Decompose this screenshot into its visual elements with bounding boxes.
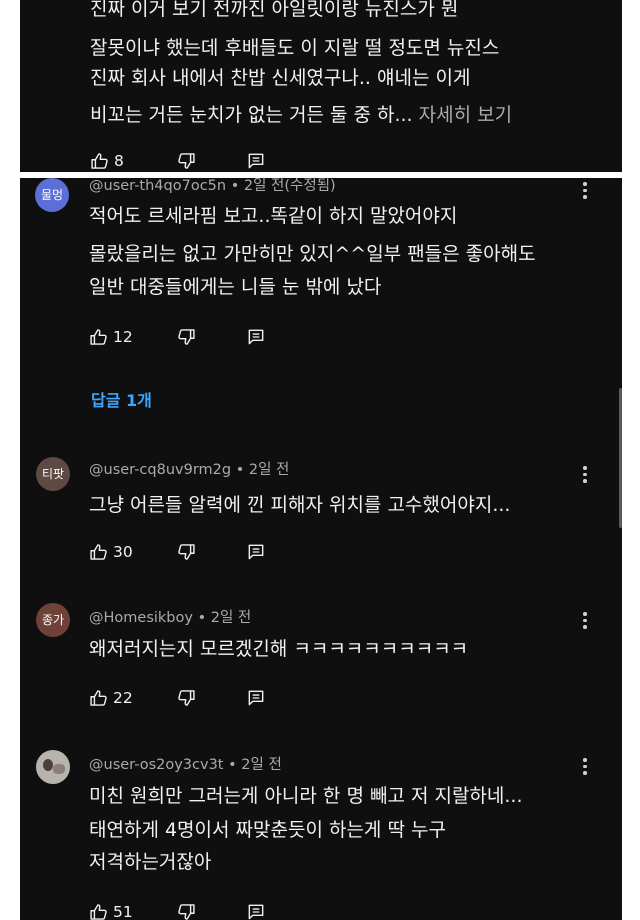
comment-top-partial: 진짜 이거 보기 전까진 아일릿이랑 뉴진스가 뭔 잘못이냐 했는데 후배들도 …: [20, 0, 622, 172]
thumbs-down-icon: [176, 542, 196, 562]
comment-text-line: 진짜 이거 보기 전까진 아일릿이랑 뉴진스가 뭔: [90, 0, 459, 20]
reply-button[interactable]: [246, 542, 266, 562]
comment-text-line: 비꼬는 거든 눈치가 없는 거든 둘 중 하... 자세히 보기: [90, 103, 512, 127]
reply-icon: [246, 327, 266, 347]
thumbs-down-icon: [176, 327, 196, 347]
comment-actions: 51: [89, 902, 289, 920]
comment-meta: @Homesikboy • 2일 전: [89, 610, 252, 626]
reply-icon: [246, 542, 266, 562]
more-vert-icon[interactable]: [581, 758, 589, 778]
thumbs-up-icon: [90, 151, 110, 171]
thumbs-down-icon: [176, 151, 196, 171]
avatar-figure: [43, 759, 53, 771]
reply-icon: [246, 902, 266, 920]
like-count: 30: [113, 543, 133, 561]
dislike-button[interactable]: [176, 688, 196, 708]
comment-text-line: 왜저러지는지 모르겠긴해 ㅋㅋㅋㅋㅋㅋㅋㅋㅋㅋ: [89, 638, 469, 660]
more-vert-icon[interactable]: [581, 612, 589, 632]
comment-text-line: 잘못이냐 했는데 후배들도 이 지랄 떨 정도면 뉴진스: [90, 37, 500, 59]
comment-text-line: 그냥 어른들 알력에 낀 피해자 위치를 고수했어야지...: [89, 494, 511, 516]
comment-meta: @user-cq8uv9rm2g • 2일 전: [89, 462, 290, 478]
comment-text-line: 저격하는거잖아: [89, 851, 212, 873]
dislike-button[interactable]: [176, 327, 196, 347]
thumbs-down-icon: [176, 688, 196, 708]
comment-text-line: 적어도 르세라핌 보고..똑같이 하지 말았어야지: [89, 205, 458, 227]
like-count: 22: [113, 689, 133, 707]
thumbs-up-icon: [89, 542, 109, 562]
comment-meta: @user-th4qo7oc5n • 2일 전(수정됨): [89, 178, 336, 194]
thumbs-up-icon: [89, 327, 109, 347]
reply-button[interactable]: [246, 151, 266, 171]
dislike-button[interactable]: [176, 542, 196, 562]
thumbs-up-icon: [89, 688, 109, 708]
like-button[interactable]: 12: [89, 327, 133, 347]
comment-text-line: 미친 원희만 그러는게 아니라 한 명 빼고 저 지랄하네...: [89, 785, 523, 807]
reply-icon: [246, 151, 266, 171]
like-button[interactable]: 51: [89, 902, 133, 920]
reply-button[interactable]: [246, 327, 266, 347]
comments-panel: 물멍 @user-th4qo7oc5n • 2일 전(수정됨) 적어도 르세라핌…: [20, 178, 622, 920]
dislike-button[interactable]: [176, 902, 196, 920]
comment-text-line: 일반 대중들에게는 니들 눈 밖에 났다: [89, 276, 382, 298]
comment-text-line: 태연하게 4명이서 짜맞춘듯이 하는게 딱 누구: [89, 819, 446, 841]
read-more-link[interactable]: 자세히 보기: [419, 104, 512, 126]
dislike-button[interactable]: [176, 151, 196, 171]
comment-actions: 8: [90, 151, 290, 171]
avatar[interactable]: 종가: [36, 603, 70, 637]
scrollbar[interactable]: [619, 388, 622, 528]
comment-actions: 12: [89, 327, 289, 347]
like-count: 12: [113, 328, 133, 346]
reply-button[interactable]: [246, 902, 266, 920]
comment-actions: 30: [89, 542, 289, 562]
like-button[interactable]: 30: [89, 542, 133, 562]
like-button[interactable]: 8: [90, 151, 124, 171]
screenshot: 진짜 이거 보기 전까진 아일릿이랑 뉴진스가 뭔 잘못이냐 했는데 후배들도 …: [0, 0, 640, 920]
avatar[interactable]: 티팟: [36, 457, 70, 491]
reply-button[interactable]: [246, 688, 266, 708]
comment-text-line: 진짜 회사 내에서 찬밥 신세였구나.. 얘네는 이게: [90, 67, 471, 89]
avatar[interactable]: 물멍: [35, 178, 69, 212]
like-count: 51: [113, 903, 133, 920]
view-replies-button[interactable]: 답글 1개: [91, 391, 152, 411]
more-vert-icon[interactable]: [581, 182, 589, 202]
like-button[interactable]: 22: [89, 688, 133, 708]
reply-icon: [246, 688, 266, 708]
like-count: 8: [114, 152, 124, 170]
avatar-figure: [53, 764, 65, 774]
comment-text-truncated: 비꼬는 거든 눈치가 없는 거든 둘 중 하...: [90, 104, 413, 126]
more-vert-icon[interactable]: [581, 466, 589, 486]
thumbs-down-icon: [176, 902, 196, 920]
comment-meta: @user-os2oy3cv3t • 2일 전: [89, 757, 282, 773]
thumbs-up-icon: [89, 902, 109, 920]
avatar[interactable]: [36, 750, 70, 784]
comment-text-line: 몰랐을리는 없고 가만히만 있지^^일부 팬들은 좋아해도: [89, 243, 536, 265]
comment-actions: 22: [89, 688, 289, 708]
